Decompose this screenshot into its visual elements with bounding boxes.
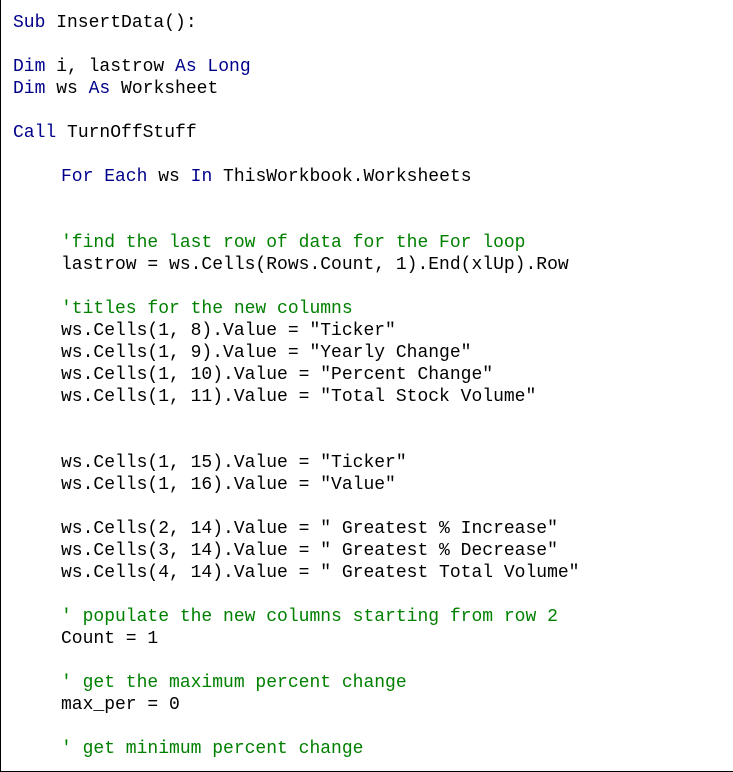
code-line: ws.Cells(1, 8).Value = "Ticker"	[61, 321, 396, 341]
comment-line: ' get minimum percent change	[61, 739, 364, 759]
code-line: Count = 1	[61, 629, 159, 649]
code-text: Worksheet	[110, 79, 219, 99]
code-line-dim-lastrow: Dim i, lastrow As Long	[13, 56, 579, 78]
code-line-call: Call TurnOffStuff	[13, 122, 579, 144]
comment-line: ' populate the new columns starting from…	[61, 607, 558, 627]
code-area[interactable]: Sub InsertData(): Dim i, lastrow As Long…	[13, 12, 579, 760]
code-line: lastrow = ws.Cells(Rows.Count, 1).End(xl…	[61, 255, 569, 275]
code-line: ws.Cells(1, 15).Value = "Ticker"	[61, 453, 407, 473]
code-editor[interactable]: Sub InsertData(): Dim i, lastrow As Long…	[0, 0, 733, 772]
code-text: ws	[45, 79, 89, 99]
comment-line: ' get the maximum percent change	[61, 673, 407, 693]
code-text: ThisWorkbook.Worksheets	[212, 167, 472, 187]
code-text: ws	[147, 167, 191, 187]
keyword: Call	[13, 123, 57, 143]
keyword: Dim	[13, 79, 46, 99]
keyword: Sub	[13, 13, 46, 33]
code-line: ws.Cells(1, 10).Value = "Percent Change"	[61, 365, 494, 385]
code-line: ws.Cells(3, 14).Value = " Greatest % Dec…	[61, 541, 558, 561]
code-text: TurnOffStuff	[56, 123, 197, 143]
code-text: i, lastrow	[45, 57, 176, 77]
code-text: InsertData():	[45, 13, 197, 33]
keyword: As	[88, 79, 111, 99]
code-line: max_per = 0	[61, 695, 180, 715]
keyword: As Long	[175, 57, 251, 77]
keyword: In	[190, 167, 213, 187]
code-line: ws.Cells(1, 11).Value = "Total Stock Vol…	[61, 387, 537, 407]
keyword: For Each	[61, 167, 148, 187]
keyword: Dim	[13, 57, 46, 77]
comment-line: 'find the last row of data for the For l…	[61, 233, 526, 253]
code-line-dim-ws: Dim ws As Worksheet	[13, 78, 579, 100]
code-line: ws.Cells(2, 14).Value = " Greatest % Inc…	[61, 519, 558, 539]
comment-line: 'titles for the new columns	[61, 299, 353, 319]
code-line: ws.Cells(1, 9).Value = "Yearly Change"	[61, 343, 472, 363]
code-line-for-each: For Each ws In ThisWorkbook.Worksheets	[13, 166, 579, 188]
code-line-sub: Sub InsertData():	[13, 12, 579, 34]
code-line: ws.Cells(4, 14).Value = " Greatest Total…	[61, 563, 580, 583]
code-line: ws.Cells(1, 16).Value = "Value"	[61, 475, 396, 495]
